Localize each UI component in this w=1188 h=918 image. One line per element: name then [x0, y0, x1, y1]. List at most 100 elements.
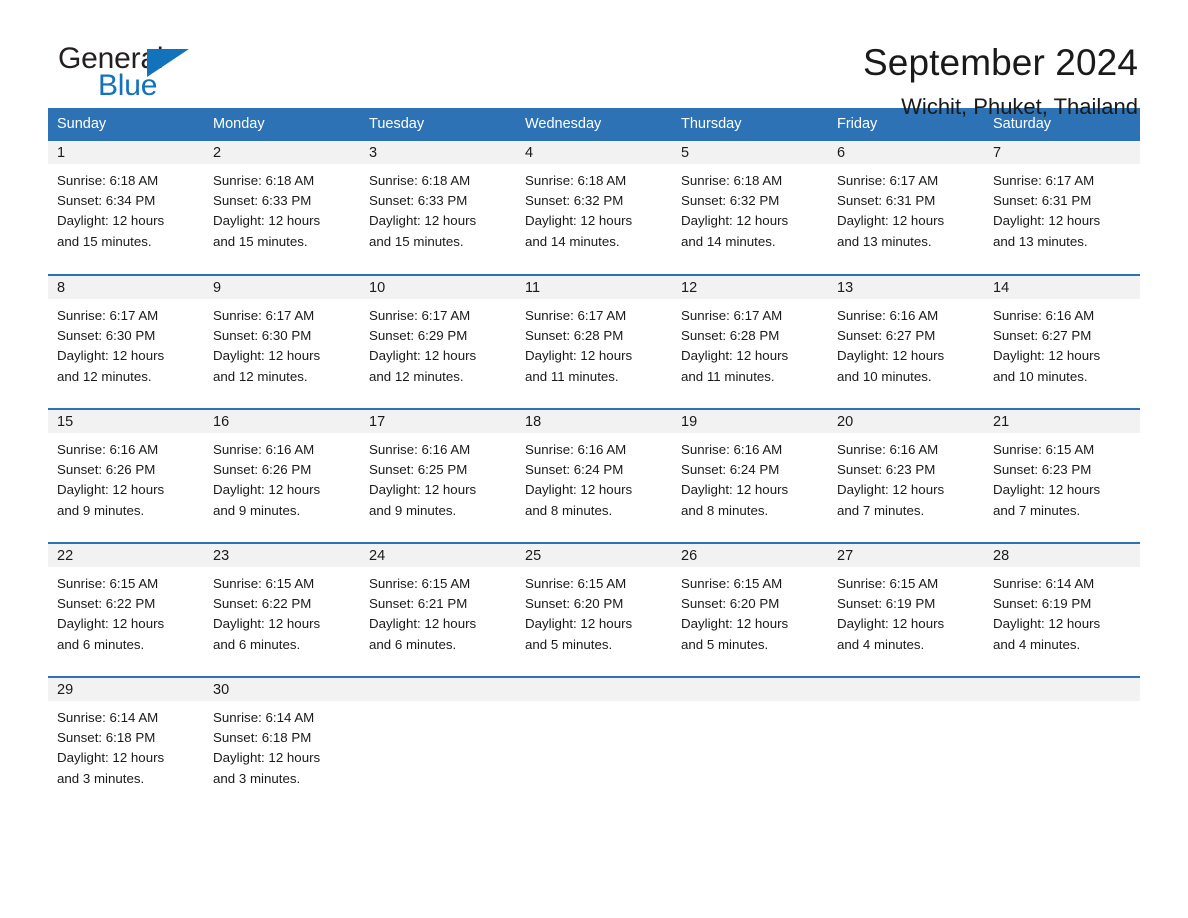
day-number: 3	[360, 141, 516, 164]
sunrise-text: Sunrise: 6:16 AM	[681, 442, 783, 457]
daylight-line1: Daylight: 12 hours	[993, 213, 1101, 229]
day-cell[interactable]: 20 Sunrise: 6:16 AM Sunset: 6:23 PM Dayl…	[828, 408, 984, 543]
day-cell[interactable]: 27 Sunrise: 6:15 AM Sunset: 6:19 PM Dayl…	[828, 542, 984, 677]
day-cell[interactable]: 17 Sunrise: 6:16 AM Sunset: 6:25 PM Dayl…	[360, 408, 516, 543]
generalblue-logo[interactable]: General Blue	[48, 44, 198, 106]
sunrise-text: Sunrise: 6:18 AM	[57, 173, 159, 188]
daylight-line1: Daylight: 12 hours	[681, 348, 789, 364]
day-cell-empty	[672, 676, 828, 797]
day-number: 1	[48, 141, 204, 164]
sunrise-text: Sunrise: 6:14 AM	[57, 710, 159, 725]
daylight-line2: and 7 minutes.	[993, 502, 1081, 518]
sunrise-text: Sunrise: 6:15 AM	[213, 576, 315, 591]
sunset-text: Sunset: 6:30 PM	[57, 328, 156, 344]
daylight-line2: and 3 minutes.	[213, 770, 301, 786]
day-cell[interactable]: 28 Sunrise: 6:14 AM Sunset: 6:19 PM Dayl…	[984, 542, 1140, 677]
day-cell[interactable]: 26 Sunrise: 6:15 AM Sunset: 6:20 PM Dayl…	[672, 542, 828, 677]
sunset-text: Sunset: 6:26 PM	[57, 462, 156, 478]
day-cell[interactable]: 6 Sunrise: 6:17 AM Sunset: 6:31 PM Dayli…	[828, 141, 984, 275]
sunrise-text: Sunrise: 6:15 AM	[993, 442, 1095, 457]
sunrise-text: Sunrise: 6:16 AM	[369, 442, 471, 457]
sunset-text: Sunset: 6:22 PM	[213, 596, 312, 612]
day-cell[interactable]: 23 Sunrise: 6:15 AM Sunset: 6:22 PM Dayl…	[204, 542, 360, 677]
day-details: Sunrise: 6:18 AM Sunset: 6:33 PM Dayligh…	[360, 164, 516, 252]
sunrise-text: Sunrise: 6:18 AM	[213, 173, 315, 188]
sunset-text: Sunset: 6:32 PM	[525, 193, 624, 209]
daylight-line1: Daylight: 12 hours	[837, 213, 945, 229]
day-number: 22	[48, 544, 204, 567]
day-number: 11	[516, 276, 672, 299]
day-cell[interactable]: 3 Sunrise: 6:18 AM Sunset: 6:33 PM Dayli…	[360, 141, 516, 275]
day-cell[interactable]: 25 Sunrise: 6:15 AM Sunset: 6:20 PM Dayl…	[516, 542, 672, 677]
daylight-line1: Daylight: 12 hours	[837, 616, 945, 632]
sunset-text: Sunset: 6:25 PM	[369, 462, 468, 478]
day-details: Sunrise: 6:16 AM Sunset: 6:27 PM Dayligh…	[828, 299, 984, 387]
day-cell-empty	[360, 676, 516, 797]
daylight-line2: and 11 minutes.	[681, 368, 775, 384]
daylight-line2: and 6 minutes.	[369, 636, 457, 652]
day-number: 25	[516, 544, 672, 567]
day-cell[interactable]: 12 Sunrise: 6:17 AM Sunset: 6:28 PM Dayl…	[672, 274, 828, 409]
daylight-line2: and 10 minutes.	[993, 368, 1088, 384]
day-cell[interactable]: 18 Sunrise: 6:16 AM Sunset: 6:24 PM Dayl…	[516, 408, 672, 543]
day-cell[interactable]: 29 Sunrise: 6:14 AM Sunset: 6:18 PM Dayl…	[48, 676, 204, 797]
day-cell[interactable]: 10 Sunrise: 6:17 AM Sunset: 6:29 PM Dayl…	[360, 274, 516, 409]
day-details: Sunrise: 6:17 AM Sunset: 6:31 PM Dayligh…	[984, 164, 1140, 252]
sunrise-text: Sunrise: 6:16 AM	[837, 442, 939, 457]
day-cell[interactable]: 13 Sunrise: 6:16 AM Sunset: 6:27 PM Dayl…	[828, 274, 984, 409]
day-cell[interactable]: 30 Sunrise: 6:14 AM Sunset: 6:18 PM Dayl…	[204, 676, 360, 797]
sunrise-text: Sunrise: 6:17 AM	[369, 308, 471, 323]
sunrise-text: Sunrise: 6:17 AM	[681, 308, 783, 323]
day-cell[interactable]: 21 Sunrise: 6:15 AM Sunset: 6:23 PM Dayl…	[984, 408, 1140, 543]
day-cell[interactable]: 2 Sunrise: 6:18 AM Sunset: 6:33 PM Dayli…	[204, 141, 360, 275]
calendar-week-row: 8 Sunrise: 6:17 AM Sunset: 6:30 PM Dayli…	[48, 274, 1140, 409]
day-number: 21	[984, 410, 1140, 433]
sunrise-text: Sunrise: 6:17 AM	[837, 173, 939, 188]
day-cell[interactable]: 9 Sunrise: 6:17 AM Sunset: 6:30 PM Dayli…	[204, 274, 360, 409]
daylight-line1: Daylight: 12 hours	[993, 482, 1101, 498]
day-number: 29	[48, 678, 204, 701]
sunrise-sunset-calendar: Sunday Monday Tuesday Wednesday Thursday…	[48, 108, 1140, 797]
day-cell[interactable]: 4 Sunrise: 6:18 AM Sunset: 6:32 PM Dayli…	[516, 141, 672, 275]
day-details: Sunrise: 6:18 AM Sunset: 6:32 PM Dayligh…	[672, 164, 828, 252]
sunset-text: Sunset: 6:29 PM	[369, 328, 468, 344]
day-number	[672, 678, 828, 701]
sunrise-text: Sunrise: 6:16 AM	[57, 442, 159, 457]
day-cell[interactable]: 22 Sunrise: 6:15 AM Sunset: 6:22 PM Dayl…	[48, 542, 204, 677]
day-details: Sunrise: 6:16 AM Sunset: 6:24 PM Dayligh…	[516, 433, 672, 521]
day-cell[interactable]: 7 Sunrise: 6:17 AM Sunset: 6:31 PM Dayli…	[984, 141, 1140, 275]
day-number: 10	[360, 276, 516, 299]
day-cell[interactable]: 1 Sunrise: 6:18 AM Sunset: 6:34 PM Dayli…	[48, 141, 204, 275]
day-cell[interactable]: 19 Sunrise: 6:16 AM Sunset: 6:24 PM Dayl…	[672, 408, 828, 543]
day-cell[interactable]: 16 Sunrise: 6:16 AM Sunset: 6:26 PM Dayl…	[204, 408, 360, 543]
day-cell[interactable]: 15 Sunrise: 6:16 AM Sunset: 6:26 PM Dayl…	[48, 408, 204, 543]
daylight-line2: and 14 minutes.	[681, 233, 776, 249]
sunrise-text: Sunrise: 6:18 AM	[681, 173, 783, 188]
daylight-line1: Daylight: 12 hours	[837, 348, 945, 364]
daylight-line2: and 13 minutes.	[837, 233, 932, 249]
day-cell[interactable]: 24 Sunrise: 6:15 AM Sunset: 6:21 PM Dayl…	[360, 542, 516, 677]
sunset-text: Sunset: 6:31 PM	[993, 193, 1092, 209]
day-number: 4	[516, 141, 672, 164]
daylight-line1: Daylight: 12 hours	[213, 348, 321, 364]
day-details: Sunrise: 6:16 AM Sunset: 6:23 PM Dayligh…	[828, 433, 984, 521]
day-number: 27	[828, 544, 984, 567]
sunset-text: Sunset: 6:20 PM	[681, 596, 780, 612]
daylight-line2: and 5 minutes.	[681, 636, 769, 652]
daylight-line1: Daylight: 12 hours	[57, 750, 165, 766]
day-number	[828, 678, 984, 701]
weekday-header-tuesday: Tuesday	[360, 108, 516, 141]
day-number: 2	[204, 141, 360, 164]
sunset-text: Sunset: 6:26 PM	[213, 462, 312, 478]
day-cell[interactable]: 8 Sunrise: 6:17 AM Sunset: 6:30 PM Dayli…	[48, 274, 204, 409]
sunrise-text: Sunrise: 6:15 AM	[525, 576, 627, 591]
day-number: 15	[48, 410, 204, 433]
day-number: 7	[984, 141, 1140, 164]
day-cell[interactable]: 5 Sunrise: 6:18 AM Sunset: 6:32 PM Dayli…	[672, 141, 828, 275]
daylight-line1: Daylight: 12 hours	[213, 482, 321, 498]
day-cell[interactable]: 11 Sunrise: 6:17 AM Sunset: 6:28 PM Dayl…	[516, 274, 672, 409]
sunrise-text: Sunrise: 6:15 AM	[837, 576, 939, 591]
daylight-line2: and 12 minutes.	[57, 368, 152, 384]
day-number: 24	[360, 544, 516, 567]
day-cell[interactable]: 14 Sunrise: 6:16 AM Sunset: 6:27 PM Dayl…	[984, 274, 1140, 409]
